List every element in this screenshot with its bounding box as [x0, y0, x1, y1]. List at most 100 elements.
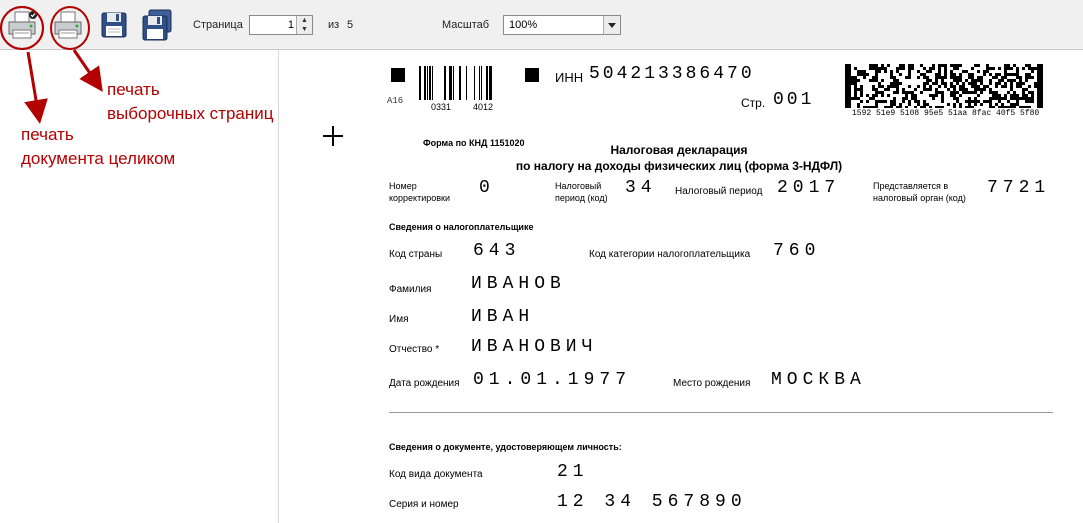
barcode-cell — [965, 106, 968, 108]
barcode-cell — [971, 106, 974, 108]
birthplace-value: МОСКВА — [771, 370, 866, 390]
barcode-cell — [893, 76, 896, 79]
barcode-cell — [887, 88, 890, 91]
label-line: Представляется в — [873, 181, 949, 191]
barcode-cell — [878, 85, 881, 88]
barcode-cell — [896, 79, 899, 82]
barcode-cell — [938, 64, 941, 67]
barcode-cell — [872, 106, 875, 108]
barcode-cell — [1031, 91, 1034, 94]
barcode-cell — [1040, 76, 1043, 79]
barcode-cell — [881, 79, 884, 82]
barcode-cell — [845, 100, 848, 103]
barcode-cell — [1019, 79, 1022, 82]
barcode-cell — [875, 79, 878, 82]
barcode-cell — [974, 82, 977, 85]
barcode-cell — [938, 70, 941, 73]
barcode-cell — [848, 76, 851, 79]
barcode-cell — [854, 88, 857, 91]
barcode-cell — [992, 106, 995, 108]
label-line: период (код) — [555, 193, 608, 203]
barcode-cell — [1022, 97, 1025, 100]
barcode-cell — [1037, 64, 1040, 67]
barcode-cell — [917, 85, 920, 88]
dropdown-arrow-icon[interactable] — [603, 16, 620, 34]
barcode-cell — [1037, 97, 1040, 100]
country-code-label: Код страны — [389, 249, 443, 260]
barcode-cell — [1037, 79, 1040, 82]
barcode-cell — [1001, 103, 1004, 106]
barcode-cell — [845, 88, 848, 91]
barcode-cell — [998, 82, 1001, 85]
barcode-cell — [872, 85, 875, 88]
barcode-cell — [890, 70, 893, 73]
barcode-cell — [992, 67, 995, 70]
barcode-cell — [1037, 100, 1040, 103]
barcode-cell — [1010, 106, 1013, 108]
barcode-cell — [953, 79, 956, 82]
barcode-cell — [923, 88, 926, 91]
barcode-cell — [1037, 106, 1040, 108]
barcode-cell — [1004, 67, 1007, 70]
tax-authority-value: 7721 — [987, 178, 1051, 198]
barcode-cell — [989, 91, 992, 94]
barcode-cell — [911, 97, 914, 100]
barcode-cell — [908, 64, 911, 67]
barcode-cell — [875, 64, 878, 67]
barcode-cell — [1034, 67, 1037, 70]
barcode-cell — [968, 73, 971, 76]
annotation-print-all: печать документа целиком — [21, 123, 175, 171]
barcode-cell — [938, 106, 941, 108]
barcode-cell — [1007, 91, 1010, 94]
barcode-cell — [908, 100, 911, 103]
barcode-cell — [890, 82, 893, 85]
zoom-select[interactable]: 100% — [503, 15, 621, 35]
barcode-cell — [1013, 79, 1016, 82]
section-taxpayer: Сведения о налогоплательщике — [389, 222, 534, 232]
barcode-bar — [429, 66, 431, 100]
barcode-cell — [848, 67, 851, 70]
barcode-cell — [950, 70, 953, 73]
barcode-cell — [950, 91, 953, 94]
barcode-cell — [848, 85, 851, 88]
first-name-label: Имя — [389, 314, 409, 325]
barcode-cell — [1031, 70, 1034, 73]
barcode-cell — [1025, 106, 1028, 108]
barcode-cell — [929, 106, 932, 108]
barcode-cell — [887, 94, 890, 97]
barcode-cell — [977, 85, 980, 88]
barcode-cell — [977, 79, 980, 82]
barcode-cell — [1040, 100, 1043, 103]
barcode-cell — [953, 76, 956, 79]
barcode-cell — [1028, 67, 1031, 70]
barcode-cell — [1010, 88, 1013, 91]
barcode-cell — [1025, 76, 1028, 79]
barcode-cell — [923, 73, 926, 76]
barcode-cell — [935, 88, 938, 91]
annotation-line: печать — [107, 80, 160, 99]
barcode-cell — [938, 85, 941, 88]
barcode-cell — [848, 106, 851, 108]
barcode-cell — [893, 79, 896, 82]
barcode-cell — [1016, 85, 1019, 88]
barcode-cell — [1001, 76, 1004, 79]
barcode-cell — [848, 97, 851, 100]
barcode-cell — [1034, 85, 1037, 88]
barcode-cell — [980, 76, 983, 79]
page-number-label: Стр. — [741, 96, 766, 110]
barcode-cell — [1031, 67, 1034, 70]
barcode-cell — [1019, 76, 1022, 79]
barcode-cell — [884, 70, 887, 73]
barcode-cell — [875, 100, 878, 103]
barcode-cell — [995, 103, 998, 106]
barcode-cell — [884, 67, 887, 70]
barcode-cell — [1040, 91, 1043, 94]
barcode-cell — [1001, 97, 1004, 100]
barcode-cell — [932, 64, 935, 67]
barcode-cell — [935, 76, 938, 79]
barcode-number: 0331 — [431, 102, 452, 112]
barcode-cell — [914, 100, 917, 103]
correction-value: 0 — [479, 178, 495, 198]
label-line: корректировки — [389, 193, 451, 203]
barcode-cell — [1028, 100, 1031, 103]
